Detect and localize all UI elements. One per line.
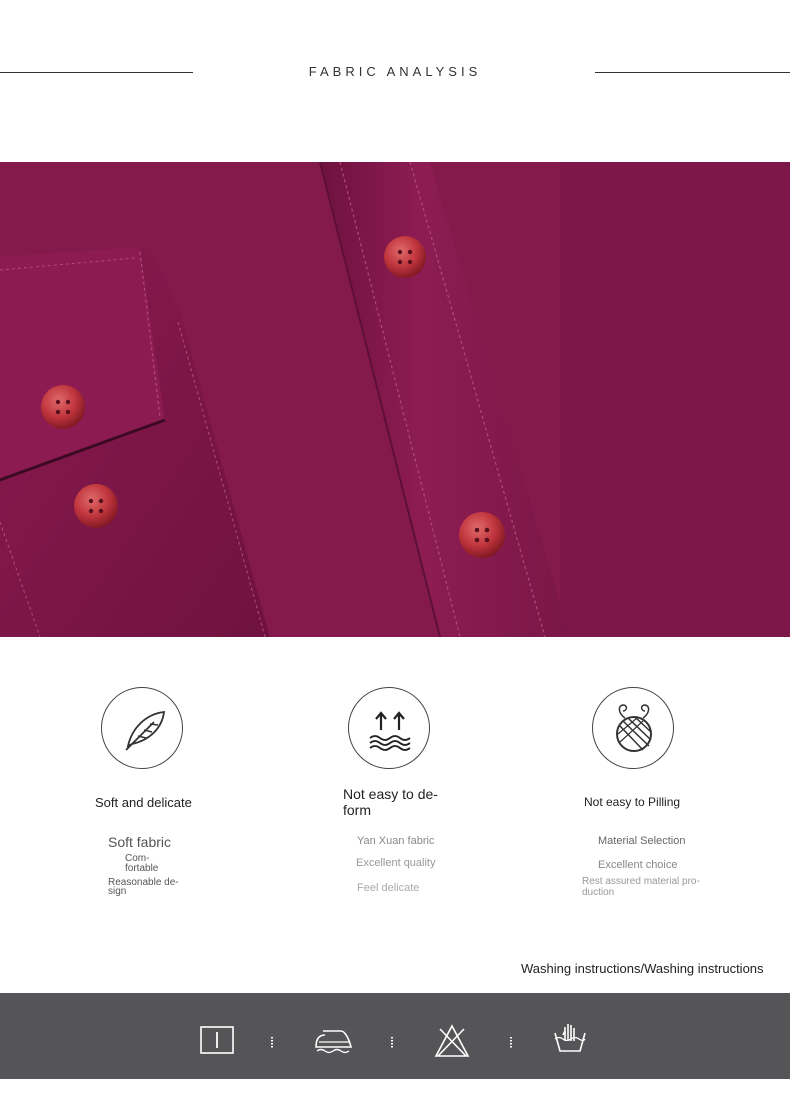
page-title: FABRIC ANALYSIS — [308, 64, 482, 79]
button-sleeve-placket — [74, 484, 118, 528]
feature-deform-line-3: Feel delicate — [357, 882, 420, 894]
no-bleach-icon — [434, 1023, 470, 1064]
iron-icon — [313, 1023, 355, 1062]
button-cuff — [41, 385, 85, 429]
feather-icon — [125, 710, 166, 751]
button-placket-top — [384, 236, 426, 278]
feature-pilling-line-3: Rest assured material pro- — [582, 876, 700, 887]
separator-1 — [271, 1037, 273, 1049]
feature-deform-line-2: Excellent quality — [356, 857, 436, 869]
feature-soft-icon-circle — [101, 687, 183, 769]
feature-pilling-icon-circle — [592, 687, 674, 769]
feature-deform-title-line-1: Not easy to de- — [343, 786, 438, 802]
button-placket-bottom — [459, 512, 505, 558]
feature-soft-line-1: Soft fabric — [108, 834, 172, 850]
feature-pilling-line-1: Material Selection — [598, 835, 686, 847]
feature-deform-title-line-2: form — [343, 802, 371, 818]
washing-title: Washing instructions/Washing instruction… — [521, 961, 764, 976]
feature-soft-title: Soft and delicate — [95, 795, 192, 810]
feature-pilling-title: Not easy to Pilling — [584, 795, 681, 809]
feature-deform-line-1: Yan Xuan fabric — [357, 835, 435, 847]
feature-soft-line-3: fortable — [125, 863, 159, 874]
washing-bar — [0, 993, 790, 1079]
hand-wash-icon — [552, 1021, 588, 1060]
feature-deform-icon-circle — [348, 687, 430, 769]
shirt-photo — [0, 162, 790, 637]
feature-pilling-line-4: duction — [582, 887, 615, 898]
feature-pilling-line-2: Excellent choice — [598, 859, 678, 871]
shirt-illustration — [0, 162, 790, 637]
yarn-ball-icon — [616, 704, 652, 752]
feature-soft-line-5: sign — [108, 886, 127, 897]
arrows-waves-icon — [369, 711, 411, 751]
separator-3 — [510, 1037, 512, 1049]
dry-icon — [200, 1026, 234, 1059]
separator-2 — [391, 1037, 393, 1049]
